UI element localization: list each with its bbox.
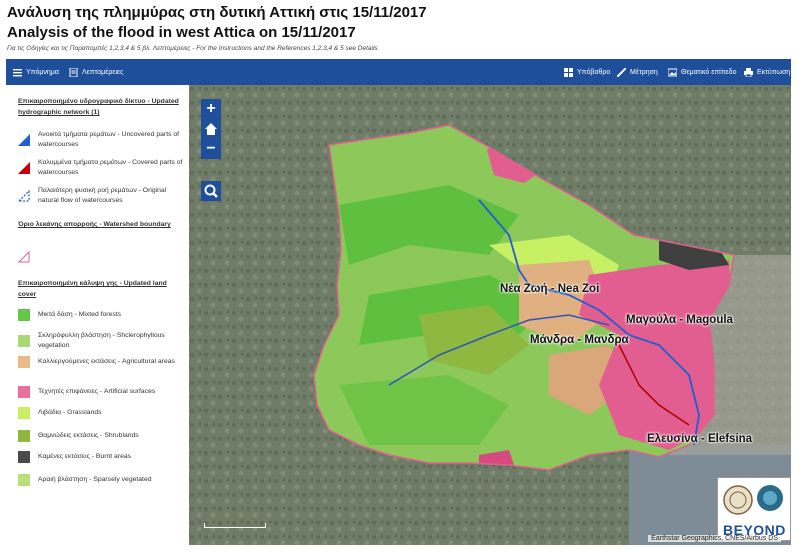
seal-logos [723, 485, 783, 515]
legend-item-label: Παλαιότερη φυσική ροή ρεμάτων - Original… [38, 187, 167, 204]
search-icon [204, 184, 218, 198]
legend-item-label: Καλλιεργούμενες εκτάσεις - Agricultural … [38, 358, 175, 365]
map-view[interactable]: + − Νέα Ζωή - Nea Zoi Μαγούλα - Magoula … [189, 85, 791, 545]
landcover-swatch [18, 407, 30, 419]
grid-icon [564, 67, 573, 77]
measure-button[interactable]: Μέτρηση [616, 59, 658, 85]
legend-item-label: Καμένες εκτάσεις - Burnt areas [38, 453, 132, 460]
map-attribution: Earthstar Geographics, CNES/Airbus DS [648, 535, 781, 542]
home-button[interactable] [201, 119, 221, 139]
ruler-icon [616, 66, 627, 78]
legend-panel: Επικαιροποιημένο υδρογραφικό δίκτυο - Up… [6, 85, 189, 545]
legend-item-watershed [18, 251, 188, 263]
uncovered-swatch [18, 134, 30, 146]
details-button[interactable]: Λεπτομέρειες [69, 59, 124, 85]
place-label-elefsina: Ελευσίνα - Elefsina [647, 433, 753, 445]
landcover-swatch [18, 309, 30, 321]
legend-button[interactable]: Υπόμνημα [13, 59, 59, 85]
legend-item-landcover: Αραιή βλάστηση - Sparsely vegetated [18, 474, 188, 486]
legend-item-landcover: Τεχνητές επιφάνειες - Artificial surface… [18, 386, 188, 398]
print-icon [744, 67, 753, 77]
place-label-mandra: Μάνδρα - Μανδρα [530, 334, 629, 346]
document-icon [69, 67, 78, 77]
print-button-label: Εκτύπωση [757, 68, 791, 76]
landcover-swatch [18, 430, 30, 442]
legend-item-label: Τεχνητές επιφάνειες - Artificial surface… [38, 388, 156, 395]
legend-item-covered: Καλυμμένα τμήματα ρεμάτων - Covered part… [18, 158, 188, 178]
legend-item-landcover: Σκληρόφυλλη βλάστηση - Shclerophyllous v… [18, 331, 188, 351]
legend-item-original-flow: Παλαιότερη φυσική ροή ρεμάτων - Original… [18, 186, 188, 206]
details-button-label: Λεπτομέρειες [82, 68, 124, 76]
legend-item-landcover: Μικτά δάση - Mixted forests [18, 309, 188, 321]
partner-logos: BEYOND [717, 477, 791, 541]
subtitle: Για τις Οδηγίες και τις Παραπομπές 1,2,3… [7, 45, 378, 52]
basemap-button[interactable]: Υπόβαθρο [564, 59, 610, 85]
basemap-button-label: Υπόβαθρο [577, 68, 611, 76]
legend-item-label: Σκληρόφυλλη βλάστηση - Shclerophyllous v… [38, 332, 165, 349]
legend-item-landcover: Λιβάδια - Grasslands [18, 407, 188, 419]
original-flow-swatch [18, 190, 30, 202]
print-button[interactable]: Εκτύπωση [744, 59, 790, 85]
covered-swatch [18, 162, 30, 174]
zoom-out-button[interactable]: − [201, 139, 221, 159]
layer-button[interactable]: Θεματικό επίπεδο [667, 59, 737, 85]
legend-item-label: Ανοικτά τμήματα ρεμάτων - Uncovered part… [38, 131, 180, 148]
legend-button-label: Υπόμνημα [26, 68, 59, 76]
landcover-swatch [18, 386, 30, 398]
legend-item-landcover: Καλλιεργούμενες εκτάσεις - Agricultural … [18, 356, 188, 368]
watershed-title: Όριο λεκάνης απορροής - Watershed bounda… [18, 221, 171, 228]
watershed-swatch [18, 251, 30, 263]
legend-item-label: Καλυμμένα τμήματα ρεμάτων - Covered part… [38, 159, 183, 176]
image-icon [667, 68, 678, 77]
legend-item-label: Αραιή βλάστηση - Sparsely vegetated [38, 476, 152, 483]
title-english: Analysis of the flood in west Attica on … [7, 24, 356, 41]
layer-button-label: Θεματικό επίπεδο [681, 68, 737, 76]
legend-item-label: Θαμνώδεις εκτάσεις - Shrublands [38, 432, 139, 439]
legend-item-landcover: Θαμνώδεις εκτάσεις - Shrublands [18, 430, 188, 442]
landcover-swatch [18, 356, 30, 368]
toolbar: Υπόμνημα Λεπτομέρειες Υπόβαθρο Μέτρηση Θ… [6, 59, 791, 85]
legend-item-label: Λιβάδια - Grasslands [38, 409, 102, 416]
landcover-swatch [18, 474, 30, 486]
zoom-in-button[interactable]: + [201, 99, 221, 119]
landcover-title: Επικαιροποιημένη κάλυψη γης - Updated la… [18, 280, 167, 298]
legend-item-uncovered: Ανοικτά τμήματα ρεμάτων - Uncovered part… [18, 130, 188, 150]
title-greek: Ανάλυση της πλημμύρας στη δυτική Αττική … [7, 4, 427, 21]
legend-item-label: Μικτά δάση - Mixted forests [38, 311, 122, 318]
list-icon [13, 68, 22, 77]
search-button[interactable] [201, 181, 221, 201]
landcover-swatch [18, 451, 30, 463]
hydro-network-title: Επικαιροποιημένο υδρογραφικό δίκτυο - Up… [18, 98, 179, 116]
header: Ανάλυση της πλημμύρας στη δυτική Αττική … [7, 3, 427, 52]
place-label-magoula: Μαγούλα - Magoula [626, 314, 733, 326]
scale-bar [204, 523, 266, 528]
measure-button-label: Μέτρηση [630, 68, 658, 76]
legend-item-landcover: Καμένες εκτάσεις - Burnt areas [18, 451, 188, 463]
home-icon [205, 123, 217, 135]
place-label-nea-zoi: Νέα Ζωή - Nea Zoi [500, 283, 600, 295]
landcover-swatch [18, 335, 30, 347]
